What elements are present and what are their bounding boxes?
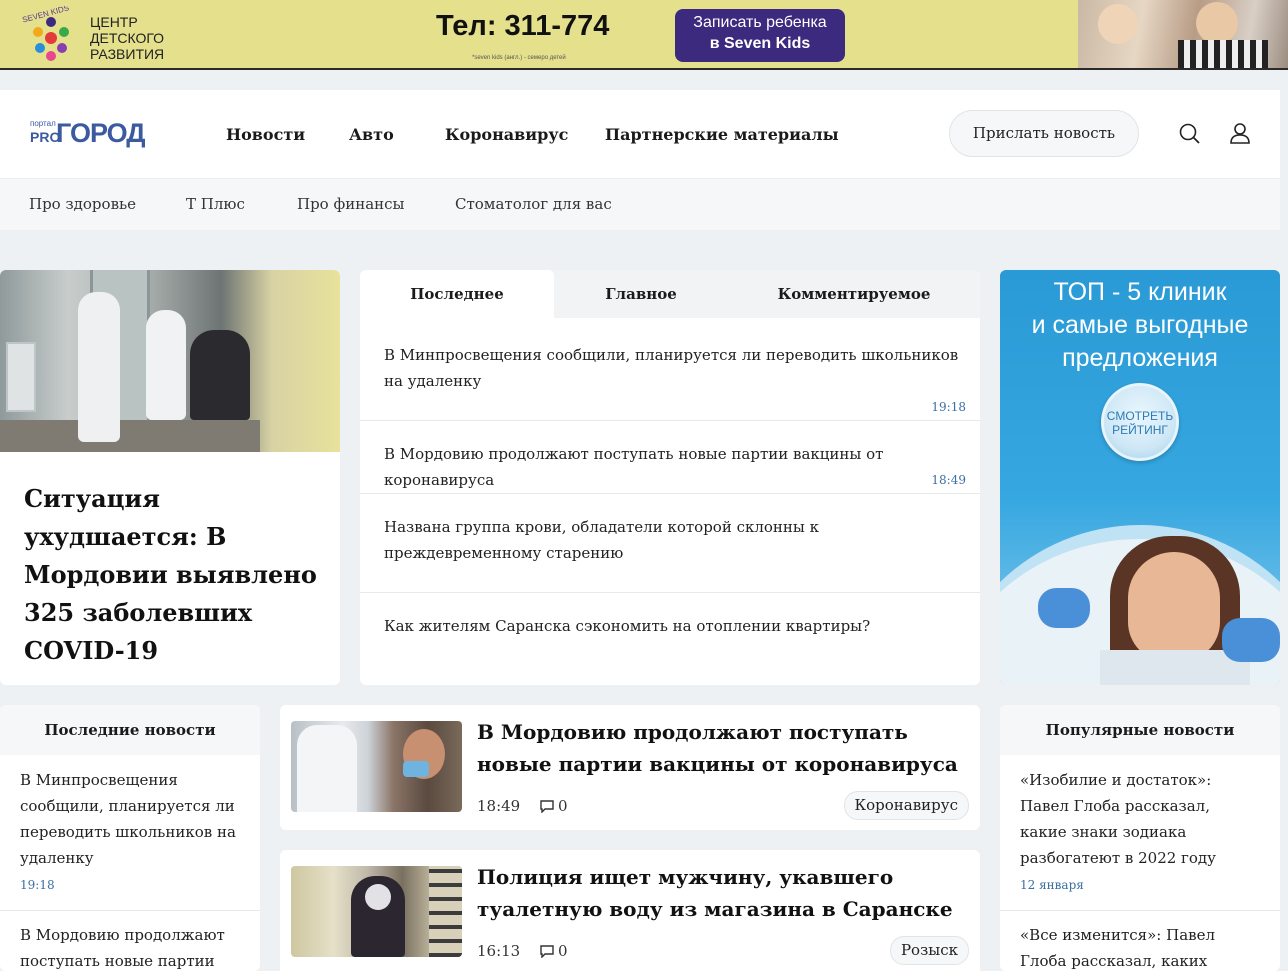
comment-icon — [540, 800, 554, 814]
subnav-t-plus[interactable]: Т Плюс — [186, 195, 245, 213]
nav-auto[interactable]: Авто — [349, 125, 394, 144]
popular-news-column: Популярные новости «Изобилие и достаток»… — [1000, 705, 1280, 971]
tab-latest[interactable]: Последнее — [360, 270, 554, 318]
subnav-finance[interactable]: Про финансы — [297, 195, 405, 213]
top-ad-banner[interactable]: SEVEN KIDS Центр детского развития Тел: … — [0, 0, 1288, 70]
clinic-rating-ad[interactable]: ТОП - 5 клиник и самые выгодные предложе… — [1000, 270, 1280, 685]
card-comments: 0 — [540, 942, 568, 960]
latest-news-column: Последние новости В Минпросвещения сообщ… — [0, 705, 260, 971]
latest-news-heading: Последние новости — [0, 705, 260, 755]
card-time: 16:13 — [477, 942, 521, 960]
list-item[interactable]: В Минпросвещения сообщили, планируется л… — [20, 767, 242, 871]
news-card[interactable]: В Мордовию продолжают поступать новые па… — [280, 705, 980, 830]
list-item[interactable]: «Изобилие и достаток»: Павел Глоба расск… — [1020, 767, 1252, 871]
comment-icon — [540, 945, 554, 959]
card-image — [291, 866, 462, 957]
banner-center-text: Центр детского развития — [90, 14, 165, 62]
nav-news[interactable]: Новости — [226, 125, 305, 144]
list-item[interactable]: «Все изменится»: Павел Глоба рассказал, … — [1020, 922, 1252, 971]
news-tabs-panel: Последнее Главное Комментируемое В Минпр… — [360, 270, 980, 685]
card-time: 18:49 — [477, 797, 521, 815]
svg-text:SEVEN KIDS: SEVEN KIDS — [21, 6, 70, 25]
see-rating-button[interactable]: СМОТРЕТЬ РЕЙТИНГ — [1101, 383, 1179, 461]
card-tag[interactable]: Коронавирус — [843, 791, 969, 820]
feature-image — [0, 270, 340, 452]
site-header: портал PRO ГОРОД Новости Авто Коронавиру… — [0, 90, 1280, 178]
subnav-health[interactable]: Про здоровье — [29, 195, 136, 213]
list-item[interactable]: Названа группа крови, обладатели которой… — [360, 494, 980, 593]
card-title[interactable]: В Мордовию продолжают поступать новые па… — [477, 716, 967, 780]
seven-kids-logo: SEVEN KIDS — [21, 6, 70, 61]
card-tag[interactable]: Розыск — [889, 936, 969, 965]
feature-article[interactable]: Ситуация ухудшается: В Мордовии выявлено… — [0, 270, 340, 685]
tab-main[interactable]: Главное — [554, 270, 728, 318]
card-comments: 0 — [540, 797, 568, 815]
user-icon[interactable] — [1228, 121, 1252, 145]
list-item[interactable]: Как жителям Саранска сэкономить на отопл… — [360, 593, 980, 685]
popular-news-heading: Популярные новости — [1000, 705, 1280, 755]
list-item[interactable]: В Мордовию продолжают поступать новые па… — [360, 421, 980, 494]
list-item-time: 12 января — [1020, 878, 1084, 892]
banner-signup-button[interactable]: Записать ребенка в Seven Kids — [675, 9, 845, 62]
news-card[interactable]: Полиция ищет мужчину, укавшего туалетную… — [280, 850, 980, 971]
banner-photo — [1078, 0, 1288, 68]
banner-phone: Тел: 311-774 — [436, 10, 610, 42]
list-item[interactable]: В Мордовию продолжают поступать новые па… — [20, 922, 242, 971]
send-news-button[interactable]: Прислать новость — [949, 110, 1139, 157]
sub-navigation: Про здоровье Т Плюс Про финансы Стоматол… — [0, 178, 1280, 230]
feature-title[interactable]: Ситуация ухудшается: В Мордовии выявлено… — [24, 480, 320, 670]
banner-note: *seven kids (англ.) - семеро детей — [472, 55, 566, 61]
subnav-dentist[interactable]: Стоматолог для вас — [455, 195, 612, 213]
nav-partner-materials[interactable]: Партнерские материалы — [605, 125, 839, 144]
search-icon[interactable] — [1178, 122, 1202, 146]
card-image — [291, 721, 462, 812]
ad-title: ТОП - 5 клиник и самые выгодные предложе… — [1031, 278, 1249, 372]
card-title[interactable]: Полиция ищет мужчину, укавшего туалетную… — [477, 861, 967, 925]
tabs-bar: Последнее Главное Комментируемое — [360, 270, 980, 318]
tab-commented[interactable]: Комментируемое — [728, 270, 980, 318]
nav-coronavirus[interactable]: Коронавирус — [445, 125, 568, 144]
list-item[interactable]: В Минпросвещения сообщили, планируется л… — [360, 318, 980, 421]
list-item-time: 19:18 — [20, 878, 55, 892]
